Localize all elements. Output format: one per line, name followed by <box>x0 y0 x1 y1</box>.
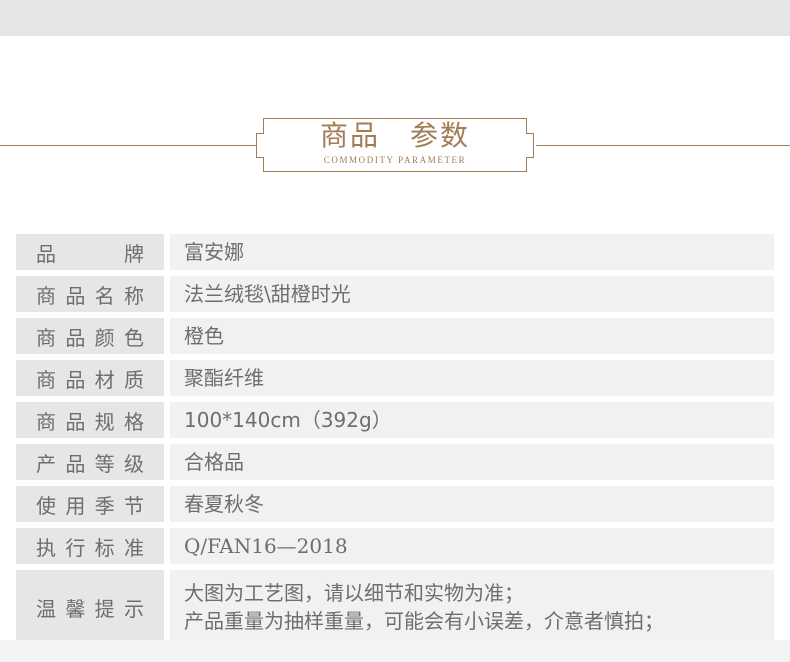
param-label: 产 品 等 级 <box>16 444 164 480</box>
param-row-brand: 品 牌 富安娜 <box>16 234 774 270</box>
param-label: 商 品 规 格 <box>16 402 164 438</box>
param-label: 温 馨 提 示 <box>16 570 164 644</box>
param-value: 富安娜 <box>170 234 774 270</box>
param-value: 合格品 <box>170 444 774 480</box>
param-row-standard: 执 行 标 准 Q/FAN16—2018 <box>16 528 774 564</box>
section-heading: 商品 参数 COMMODITY PARAMETER <box>0 112 790 178</box>
param-value: 春夏秋冬 <box>170 486 774 522</box>
param-value: Q/FAN16—2018 <box>170 528 774 564</box>
param-row-notice: 温 馨 提 示 大图为工艺图，请以细节和实物为准； 产品重量为抽样重量，可能会有… <box>16 570 774 644</box>
heading-title-right: 参数 <box>410 119 471 152</box>
param-row-color: 商 品 颜 色 橙色 <box>16 318 774 354</box>
param-value: 聚酯纤维 <box>170 360 774 396</box>
param-label: 商 品 颜 色 <box>16 318 164 354</box>
param-row-name: 商 品 名 称 法兰绒毯\甜橙时光 <box>16 276 774 312</box>
param-label: 使 用 季 节 <box>16 486 164 522</box>
param-row-grade: 产 品 等 级 合格品 <box>16 444 774 480</box>
heading-title: 商品 参数 <box>0 119 790 153</box>
heading-title-left: 商品 <box>319 119 380 152</box>
param-label: 商 品 材 质 <box>16 360 164 396</box>
param-label: 商 品 名 称 <box>16 276 164 312</box>
param-value: 大图为工艺图，请以细节和实物为准； 产品重量为抽样重量，可能会有小误差，介意者慎… <box>170 570 774 644</box>
param-value: 100*140cm（392g） <box>170 402 774 438</box>
param-row-season: 使 用 季 节 春夏秋冬 <box>16 486 774 522</box>
bottom-bar <box>0 640 790 662</box>
param-row-size: 商 品 规 格 100*140cm（392g） <box>16 402 774 438</box>
param-value: 法兰绒毯\甜橙时光 <box>170 276 774 312</box>
heading-subtitle: COMMODITY PARAMETER <box>323 155 467 165</box>
param-label: 品 牌 <box>16 234 164 270</box>
top-bar <box>0 0 790 36</box>
parameter-table: 品 牌 富安娜 商 品 名 称 法兰绒毯\甜橙时光 商 品 颜 色 橙色 商 品… <box>16 234 774 650</box>
param-row-material: 商 品 材 质 聚酯纤维 <box>16 360 774 396</box>
param-label: 执 行 标 准 <box>16 528 164 564</box>
param-value: 橙色 <box>170 318 774 354</box>
